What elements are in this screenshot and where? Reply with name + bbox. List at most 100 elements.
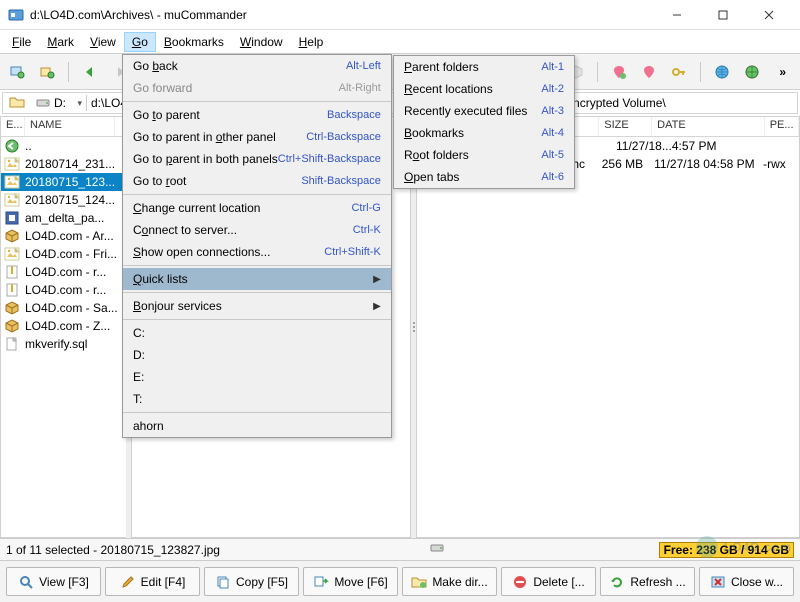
server-icon[interactable] — [711, 61, 733, 83]
menu-item[interactable]: Recently executed filesAlt-3 — [394, 100, 574, 122]
button-label: Delete [... — [533, 575, 584, 589]
list-item[interactable]: am_delta_pa... — [1, 209, 126, 227]
bonjour-icon[interactable] — [741, 61, 763, 83]
move-button[interactable]: Move [F6] — [303, 567, 398, 596]
zip-icon — [4, 282, 20, 298]
menu-go[interactable]: Go — [124, 32, 156, 52]
button-label: Copy [F5] — [236, 575, 288, 589]
pkg-icon — [4, 210, 20, 226]
menu-window[interactable]: Window — [232, 32, 291, 52]
list-item[interactable]: LO4D.com - r... — [1, 263, 126, 281]
menu-item[interactable]: BookmarksAlt-4 — [394, 122, 574, 144]
column-header[interactable]: E... — [1, 117, 25, 136]
box-icon — [4, 228, 20, 244]
new-tab-icon[interactable] — [36, 61, 58, 83]
file-date: 11/27/18 04:58 PM — [648, 157, 758, 171]
menu-item[interactable]: ahorn — [123, 415, 391, 437]
menu-item[interactable]: Recent locationsAlt-2 — [394, 78, 574, 100]
title-bar: d:\LO4D.com\Archives\ - muCommander — [0, 0, 800, 30]
menu-item[interactable]: Root foldersAlt-5 — [394, 144, 574, 166]
chevron-down-icon: ▾ — [77, 98, 82, 109]
menu-item[interactable]: Connect to server...Ctrl-K — [123, 219, 391, 241]
file-name: 20180715_124... — [25, 193, 115, 207]
window-title: d:\LO4D.com\Archives\ - muCommander — [30, 8, 654, 22]
menu-item[interactable]: D: — [123, 344, 391, 366]
menu-item[interactable]: Go backAlt-Left — [123, 55, 391, 77]
menu-item[interactable]: C: — [123, 322, 391, 344]
file-name: am_delta_pa... — [25, 211, 104, 225]
mkdir-button[interactable]: Make dir... — [402, 567, 497, 596]
move-icon — [313, 574, 329, 590]
menu-file[interactable]: File — [4, 32, 39, 52]
maximize-button[interactable] — [700, 0, 746, 30]
box-icon — [4, 300, 20, 316]
img-icon — [4, 156, 20, 172]
button-label: Edit [F4] — [141, 575, 186, 589]
column-header[interactable]: NAME — [25, 117, 115, 136]
file-name: LO4D.com - Z... — [25, 319, 110, 333]
refresh-button[interactable]: Refresh ... — [600, 567, 695, 596]
copy-button[interactable]: Copy [F5] — [204, 567, 299, 596]
file-name: 20180715_123... — [25, 175, 115, 189]
menu-item[interactable]: Bonjour services▶ — [123, 295, 391, 317]
minimize-button[interactable] — [654, 0, 700, 30]
left-drive-selector[interactable]: D: ▾ — [31, 95, 87, 111]
button-label: Close w... — [731, 575, 783, 589]
drive-icon — [35, 95, 51, 111]
left-panel[interactable]: E...NAME ..20180714_231... 20180715_123..… — [0, 116, 126, 538]
folder-icon[interactable] — [3, 94, 31, 113]
menu-item[interactable]: Show open connections...Ctrl+Shift-K — [123, 241, 391, 263]
file-name: LO4D.com - r... — [25, 265, 106, 279]
menu-item[interactable]: Go to parentBackspace — [123, 104, 391, 126]
back-icon[interactable] — [79, 61, 101, 83]
credentials-icon[interactable] — [668, 61, 690, 83]
button-label: Move [F6] — [334, 575, 387, 589]
file-size: 11/27/18...4:57 PM — [610, 139, 662, 153]
menu-item[interactable]: Go to parent in other panelCtrl-Backspac… — [123, 126, 391, 148]
menu-help[interactable]: Help — [291, 32, 332, 52]
menu-item: Go forwardAlt-Right — [123, 77, 391, 99]
column-header[interactable]: PE... — [765, 117, 799, 136]
box-icon — [4, 318, 20, 334]
list-item[interactable]: LO4D.com - Fri... — [1, 245, 126, 263]
list-item[interactable]: mkverify.sql — [1, 335, 126, 353]
column-header[interactable]: SIZE — [599, 117, 652, 136]
file-size: 256 MB — [596, 157, 643, 171]
list-item[interactable]: .. — [1, 137, 126, 155]
list-item[interactable]: LO4D.com - r... — [1, 281, 126, 299]
menu-mark[interactable]: Mark — [39, 32, 82, 52]
add-bookmark-icon[interactable] — [608, 61, 630, 83]
menu-bar: FileMarkViewGoBookmarksWindowHelp — [0, 30, 800, 54]
menu-item[interactable]: Open tabsAlt-6 — [394, 166, 574, 188]
new-window-icon[interactable] — [6, 61, 28, 83]
close-button[interactable]: Close w... — [699, 567, 794, 596]
list-item[interactable]: LO4D.com - Sa... — [1, 299, 126, 317]
copy-icon — [215, 574, 231, 590]
button-label: Refresh ... — [630, 575, 685, 589]
menu-item[interactable]: Quick lists▶ — [123, 268, 391, 290]
menu-item[interactable]: Go to rootShift-Backspace — [123, 170, 391, 192]
menu-item[interactable]: E: — [123, 366, 391, 388]
list-item[interactable]: 20180715_123... — [1, 173, 126, 191]
menu-bookmarks[interactable]: Bookmarks — [156, 32, 232, 52]
go-menu-dropdown[interactable]: Go backAlt-LeftGo forwardAlt-Right Go to … — [122, 54, 392, 438]
list-item[interactable]: 20180715_124... — [1, 191, 126, 209]
edit-button[interactable]: Edit [F4] — [105, 567, 200, 596]
free-space: Free: 238 GB / 914 GB — [659, 542, 794, 558]
column-header[interactable]: DATE — [652, 117, 765, 136]
close-button[interactable] — [746, 0, 792, 30]
list-item[interactable]: 20180714_231... — [1, 155, 126, 173]
delete-button[interactable]: Delete [... — [501, 567, 596, 596]
menu-item[interactable]: Parent foldersAlt-1 — [394, 56, 574, 78]
menu-view[interactable]: View — [82, 32, 124, 52]
menu-item[interactable]: Change current locationCtrl-G — [123, 197, 391, 219]
list-item[interactable]: LO4D.com - Ar... — [1, 227, 126, 245]
img-icon — [4, 192, 20, 208]
view-button[interactable]: View [F3] — [6, 567, 101, 596]
menu-item[interactable]: Go to parent in both panelsCtrl+Shift-Ba… — [123, 148, 391, 170]
bookmarks-icon[interactable] — [638, 61, 660, 83]
quick-lists-submenu[interactable]: Parent foldersAlt-1Recent locationsAlt-2… — [393, 55, 575, 189]
list-item[interactable]: LO4D.com - Z... — [1, 317, 126, 335]
toolbar-overflow[interactable]: » — [771, 65, 794, 79]
menu-item[interactable]: T: — [123, 388, 391, 410]
